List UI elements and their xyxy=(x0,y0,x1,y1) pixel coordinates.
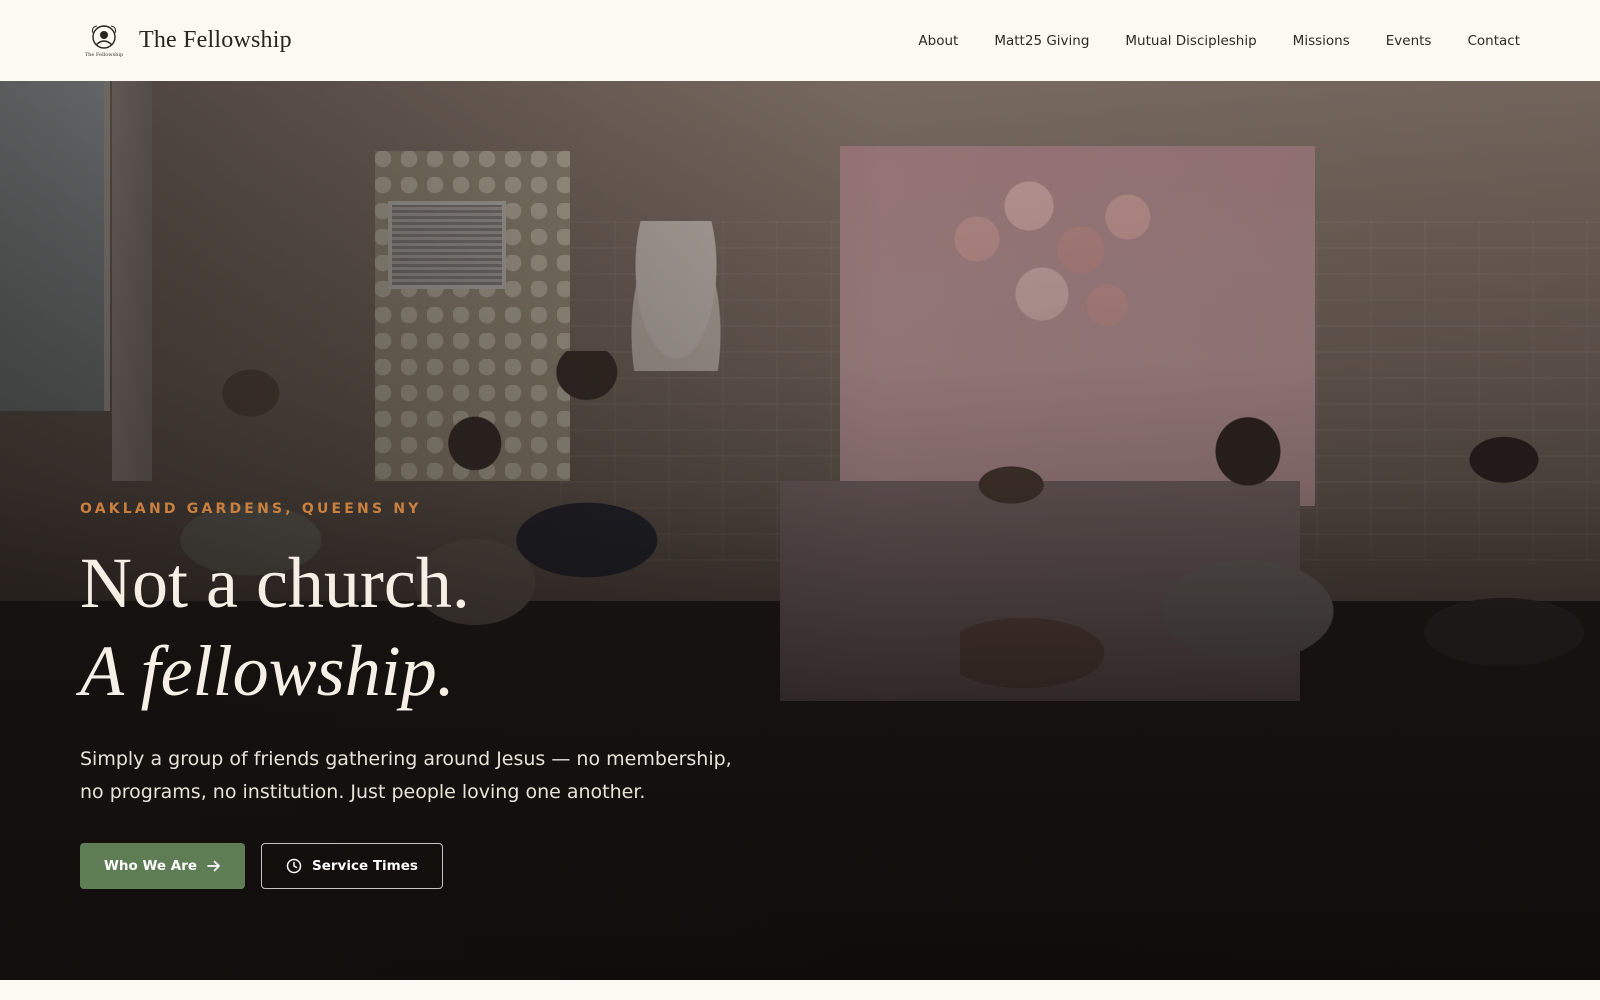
hero-location-label: OAKLAND GARDENS, QUEENS NY xyxy=(80,501,422,517)
who-we-are-button[interactable]: Who We Are xyxy=(80,843,246,889)
fellowship-logo-icon: The Fellowship xyxy=(83,20,125,62)
hero-headline-line1: Not a church. xyxy=(80,543,470,623)
nav-link-missions[interactable]: Missions xyxy=(1293,33,1350,49)
who-we-are-label: Who We Are xyxy=(104,858,198,874)
page-bottom-strip xyxy=(0,980,1600,1000)
hero-content: OAKLAND GARDENS, QUEENS NY Not a church.… xyxy=(80,501,800,889)
main-nav: About Matt25 Giving Mutual Discipleship … xyxy=(918,33,1520,49)
hero-actions: Who We Are Service Times xyxy=(80,843,800,889)
hero-headline-line2: A fellowship. xyxy=(80,631,455,711)
nav-link-about[interactable]: About xyxy=(918,33,958,49)
clock-icon xyxy=(286,858,302,874)
site-header: The Fellowship The Fellowship About Matt… xyxy=(0,0,1600,81)
hero-headline: Not a church. A fellowship. xyxy=(80,539,800,715)
brand-name: The Fellowship xyxy=(139,27,292,53)
nav-link-matt25-giving[interactable]: Matt25 Giving xyxy=(994,33,1089,49)
hero-subtitle: Simply a group of friends gathering arou… xyxy=(80,748,732,803)
hero-section: OAKLAND GARDENS, QUEENS NY Not a church.… xyxy=(0,81,1600,980)
logo-caption: The Fellowship xyxy=(84,52,124,58)
nav-link-mutual-discipleship[interactable]: Mutual Discipleship xyxy=(1125,33,1256,49)
nav-link-events[interactable]: Events xyxy=(1386,33,1432,49)
brand[interactable]: The Fellowship The Fellowship xyxy=(83,20,292,62)
nav-link-contact[interactable]: Contact xyxy=(1467,33,1520,49)
service-times-button[interactable]: Service Times xyxy=(261,843,443,889)
service-times-label: Service Times xyxy=(312,858,418,874)
arrow-right-icon xyxy=(207,860,221,872)
